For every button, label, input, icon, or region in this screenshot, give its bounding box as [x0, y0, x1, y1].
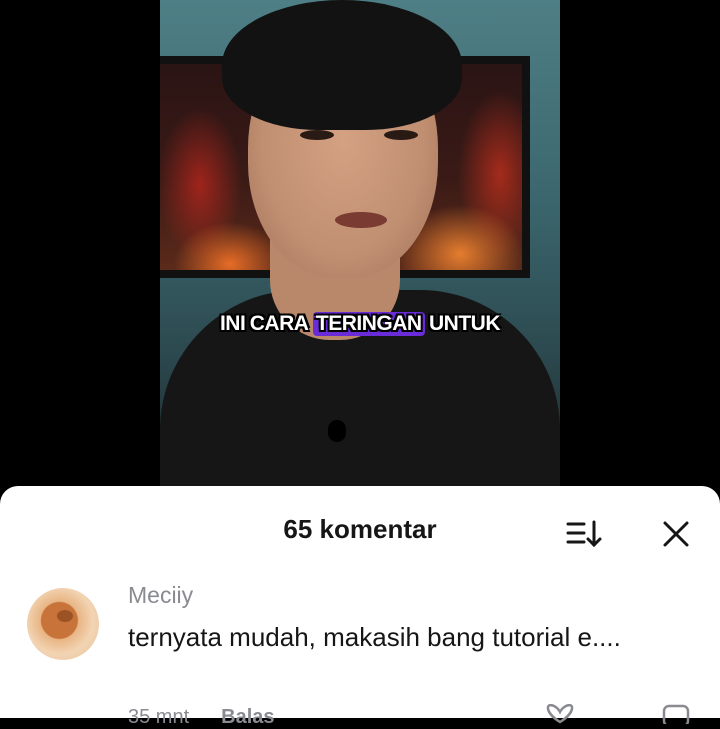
comment-username[interactable]: Meciiy: [128, 582, 193, 609]
comments-count-title: 65 komentar: [283, 514, 437, 544]
caption-word: CARA: [249, 312, 309, 335]
person-mouth: [335, 212, 387, 228]
caption-word: UNTUK: [429, 312, 501, 335]
comment-text: ternyata mudah, makasih bang tutorial e.…: [128, 622, 621, 652]
close-icon[interactable]: [660, 518, 692, 550]
dislike-icon[interactable]: [656, 704, 696, 724]
caption-word: INI: [219, 312, 246, 335]
person-hair: [222, 0, 462, 130]
comment-time: 35 mnt: [128, 706, 190, 728]
person-eye-left: [300, 130, 334, 140]
video-player[interactable]: INI CARA TERINGAN UNTUK: [0, 0, 720, 500]
video-frame[interactable]: INI CARA TERINGAN UNTUK: [160, 0, 560, 500]
clip-microphone: [328, 420, 346, 442]
person-eye-right: [384, 130, 418, 140]
video-caption: INI CARA TERINGAN UNTUK: [160, 312, 560, 336]
sort-icon[interactable]: [564, 518, 604, 550]
commenter-avatar[interactable]: [27, 588, 99, 660]
comments-sheet: 65 komentar Meciiy ternyata mudah, makas…: [0, 486, 720, 728]
avatar-image-detail: [57, 610, 73, 622]
heart-outline-icon[interactable]: [540, 704, 580, 724]
caption-word-highlighted: TERINGAN: [312, 312, 425, 336]
reply-button[interactable]: Balas: [221, 706, 274, 728]
